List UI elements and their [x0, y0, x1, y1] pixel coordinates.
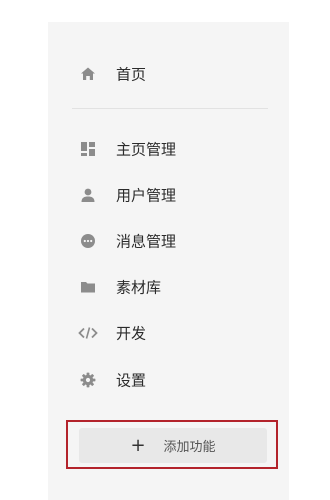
sidebar-item-label: 用户管理 — [116, 186, 177, 205]
user-icon — [78, 185, 98, 205]
dashboard-icon — [78, 139, 98, 159]
sidebar-item-label: 首页 — [116, 65, 147, 84]
sidebar-item-homepage-management[interactable]: 主页管理 — [48, 129, 289, 169]
sidebar-item-label: 开发 — [116, 324, 147, 343]
sidebar-item-label: 设置 — [116, 371, 147, 390]
sidebar-item-development[interactable]: 开发 — [48, 313, 289, 353]
sidebar-item-user-management[interactable]: 用户管理 — [48, 175, 289, 215]
divider — [72, 108, 268, 109]
gear-icon — [78, 370, 98, 390]
sidebar-item-asset-library[interactable]: 素材库 — [48, 267, 289, 307]
sidebar-item-home[interactable]: 首页 — [48, 54, 289, 94]
code-icon — [78, 323, 98, 343]
home-icon — [78, 64, 98, 84]
add-feature-button[interactable]: + 添加功能 — [79, 428, 267, 463]
folder-icon — [78, 277, 98, 297]
sidebar-item-label: 消息管理 — [116, 232, 177, 251]
add-feature-label: 添加功能 — [163, 440, 216, 455]
sidebar-item-message-management[interactable]: 消息管理 — [48, 221, 289, 261]
sidebar-item-label: 主页管理 — [116, 140, 177, 159]
message-icon — [78, 231, 98, 251]
sidebar-item-settings[interactable]: 设置 — [48, 360, 289, 400]
sidebar-item-label: 素材库 — [116, 278, 162, 297]
plus-icon: + — [130, 434, 146, 456]
